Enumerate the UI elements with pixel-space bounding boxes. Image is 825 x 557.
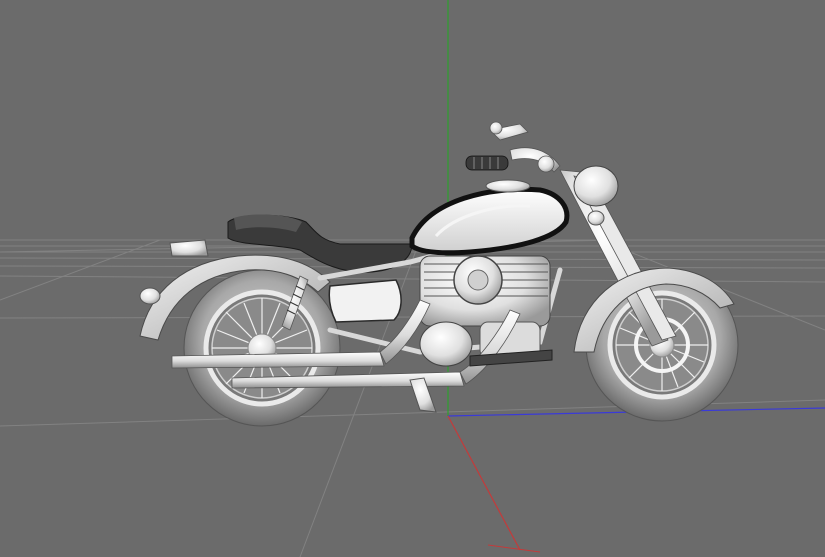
z-axis-tick <box>487 544 541 553</box>
z-axis-line <box>447 415 521 551</box>
rear-turn-signal <box>139 287 161 305</box>
tail-lamp-housing <box>169 239 209 257</box>
mirror <box>489 121 503 135</box>
handlebar-grip <box>465 155 509 171</box>
headlight <box>573 165 619 207</box>
rear-wheel <box>183 269 341 427</box>
3d-viewport[interactable] <box>0 0 825 557</box>
viewport-canvas[interactable] <box>0 0 825 557</box>
engine-case-cover <box>419 321 473 367</box>
fuel-tank <box>409 186 570 256</box>
tank-cap-console <box>485 179 531 193</box>
motorcycle-model[interactable] <box>139 121 739 427</box>
handlebar <box>465 121 561 173</box>
side-cover <box>328 279 402 323</box>
front-turn-signal <box>587 210 605 226</box>
